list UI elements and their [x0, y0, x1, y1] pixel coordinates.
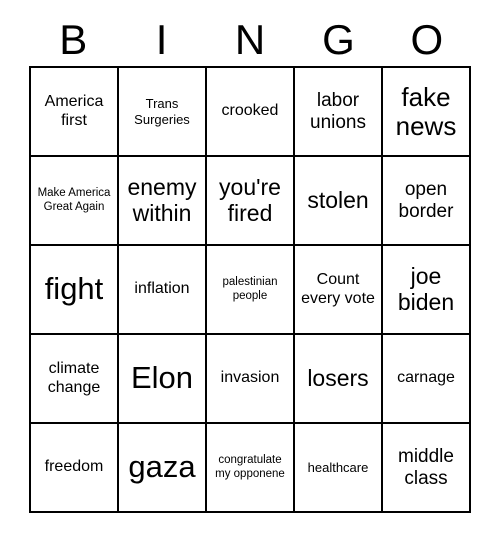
bingo-cell[interactable]: palestinian people [207, 246, 295, 335]
bingo-header-letter-n: N [234, 16, 266, 63]
bingo-cell-label: invasion [220, 369, 280, 387]
bingo-cell-label: gaza [128, 449, 196, 485]
bingo-cell[interactable]: fake news [383, 68, 471, 157]
bingo-cell[interactable]: inflation [119, 246, 207, 335]
bingo-cell-label: labor unions [310, 90, 366, 133]
bingo-cell-label: Trans Surgeries [134, 96, 190, 127]
bingo-cell-label: joe biden [397, 263, 455, 315]
bingo-cell[interactable]: middle class [383, 424, 471, 513]
bingo-cell[interactable]: invasion [207, 335, 295, 424]
bingo-cell[interactable]: labor unions [295, 68, 383, 157]
bingo-row: freedom gaza congratulate my opponene he… [31, 424, 471, 513]
bingo-cell-label: palestinian people [222, 275, 278, 302]
bingo-row: climate change Elon invasion losers carn… [31, 335, 471, 424]
bingo-cell-label: congratulate my opponene [215, 453, 285, 480]
bingo-cell[interactable]: losers [295, 335, 383, 424]
bingo-cell[interactable]: open border [383, 157, 471, 246]
bingo-cell-label: carnage [397, 369, 455, 387]
bingo-cell-label: freedom [44, 458, 104, 476]
bingo-cell-label: losers [307, 364, 369, 391]
bingo-row: Make America Great Again enemy within yo… [31, 157, 471, 246]
bingo-cell[interactable]: Make America Great Again [31, 157, 119, 246]
bingo-cell[interactable]: gaza [119, 424, 207, 513]
bingo-cell[interactable]: enemy within [119, 157, 207, 246]
bingo-cell-label: America first [44, 93, 104, 129]
bingo-cell[interactable]: Elon [119, 335, 207, 424]
bingo-cell[interactable]: America first [31, 68, 119, 157]
bingo-cell[interactable]: fight [31, 246, 119, 335]
bingo-cell[interactable]: joe biden [383, 246, 471, 335]
bingo-row: fight inflation palestinian people Count… [31, 246, 471, 335]
bingo-card: B I N G O America first Trans Surgeries … [29, 14, 471, 513]
bingo-header-letter-o: O [410, 16, 444, 63]
bingo-header-letter-i: I [155, 16, 168, 63]
bingo-cell-label: stolen [307, 186, 369, 213]
bingo-cell-label: Elon [130, 360, 194, 396]
bingo-cell-label: enemy within [127, 174, 197, 226]
bingo-cell[interactable]: healthcare [295, 424, 383, 513]
bingo-cell[interactable]: climate change [31, 335, 119, 424]
bingo-cell[interactable]: Trans Surgeries [119, 68, 207, 157]
bingo-cell-label: you're fired [219, 174, 281, 226]
bingo-header-letter-g: G [322, 16, 355, 63]
bingo-cell[interactable]: you're fired [207, 157, 295, 246]
bingo-cell-label: fight [44, 271, 104, 307]
bingo-cell-label: fake news [395, 82, 457, 141]
bingo-cell-label: healthcare [307, 459, 369, 475]
bingo-cell[interactable]: freedom [31, 424, 119, 513]
bingo-cell-label: open border [398, 179, 454, 222]
bingo-row: America first Trans Surgeries crooked la… [31, 68, 471, 157]
bingo-grid: America first Trans Surgeries crooked la… [29, 66, 471, 513]
bingo-header-letter-b: B [59, 16, 88, 63]
bingo-cell[interactable]: Count every vote [295, 246, 383, 335]
bingo-cell[interactable]: carnage [383, 335, 471, 424]
bingo-cell-label: Count every vote [301, 271, 375, 307]
bingo-cell[interactable]: crooked [207, 68, 295, 157]
bingo-cell[interactable]: congratulate my opponene [207, 424, 295, 513]
bingo-cell[interactable]: stolen [295, 157, 383, 246]
bingo-header: B I N G O [29, 14, 471, 66]
bingo-cell-label: inflation [134, 280, 190, 298]
bingo-cell-label: Make America Great Again [37, 186, 111, 213]
bingo-cell-label: middle class [398, 446, 454, 489]
bingo-cell-label: climate change [47, 360, 101, 396]
bingo-cell-label: crooked [221, 102, 279, 120]
